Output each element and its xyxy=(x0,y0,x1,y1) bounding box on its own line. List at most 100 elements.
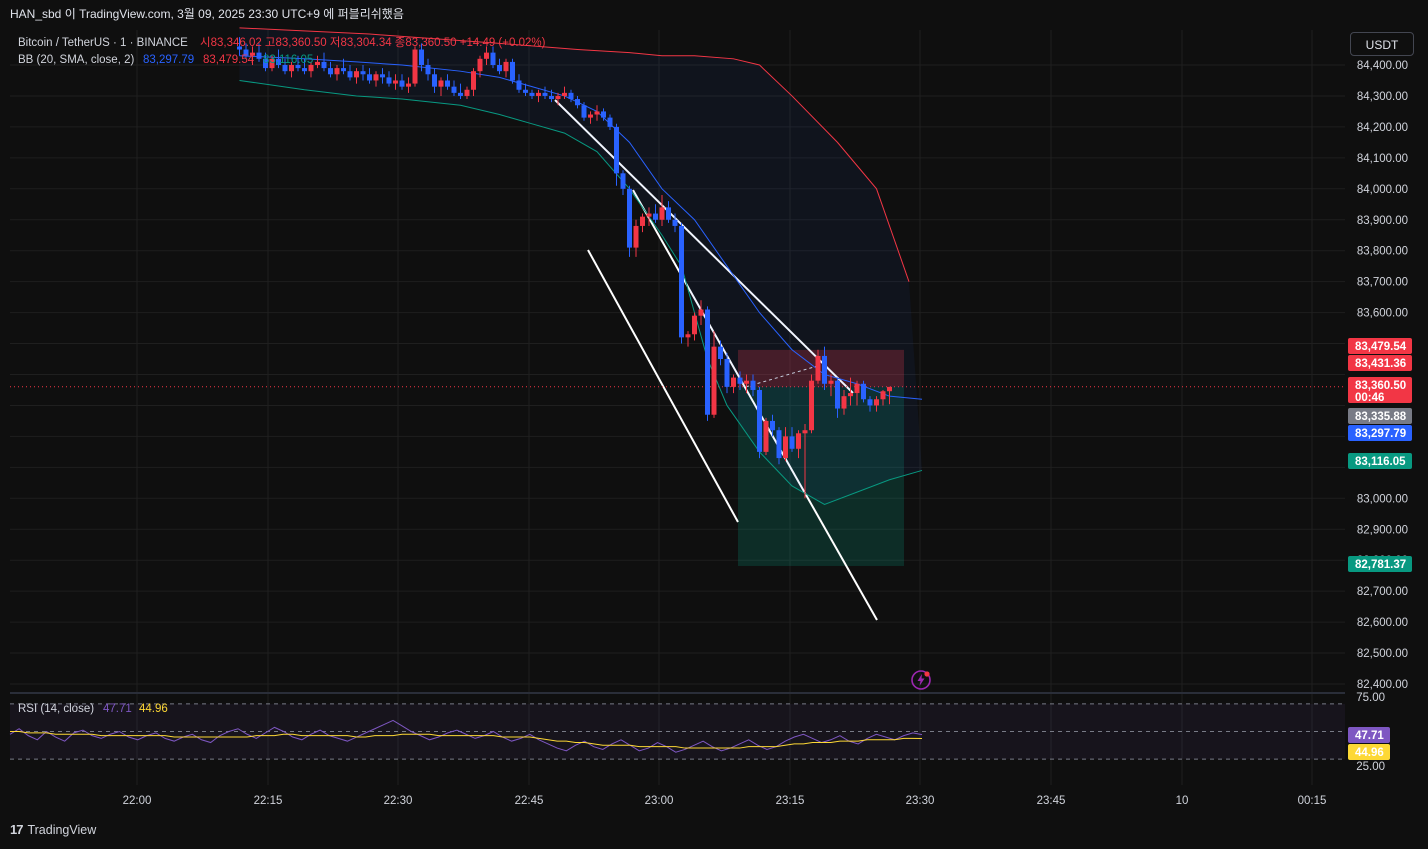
candle-body xyxy=(607,117,613,127)
candle-body xyxy=(672,219,678,226)
lightning-bolt-icon[interactable] xyxy=(910,669,932,691)
price-tick-label: 84,200.00 xyxy=(1357,122,1408,134)
candle-body xyxy=(666,207,671,220)
candle-body xyxy=(432,74,437,87)
candle-body xyxy=(737,377,743,384)
candle-body xyxy=(536,92,541,96)
time-tick-label: 22:15 xyxy=(254,795,283,807)
candle-body xyxy=(555,95,561,100)
candle-body xyxy=(380,74,385,78)
bb-label: BB (20, SMA, close, 2) xyxy=(18,54,134,66)
price-tick-label: 84,300.00 xyxy=(1357,91,1408,103)
candle-body xyxy=(302,68,307,72)
candle-body xyxy=(757,389,762,452)
candle-body xyxy=(874,399,879,406)
candle-body xyxy=(529,92,535,96)
candle-body xyxy=(471,71,476,90)
price-tag-label: 83,360.50 xyxy=(1355,380,1406,392)
candle-body xyxy=(458,92,463,96)
candle-body xyxy=(542,92,548,96)
candle-body xyxy=(562,92,567,96)
candle-body xyxy=(867,399,873,406)
rsi-ma-value: 44.96 xyxy=(139,703,168,715)
currency-selector-button[interactable]: USDT xyxy=(1350,32,1414,56)
price-tick-label: 82,600.00 xyxy=(1357,617,1408,629)
candle-body xyxy=(399,80,405,87)
price-tag-label: 83,431.36 xyxy=(1355,358,1406,370)
candle-body xyxy=(659,207,665,220)
time-tick-label: 22:00 xyxy=(123,795,152,807)
candle-body xyxy=(367,74,372,81)
bb-lower-value: 83,116.05 xyxy=(263,54,313,66)
brand-label: TradingView xyxy=(27,822,97,837)
candle-body xyxy=(854,383,860,394)
candle-body xyxy=(633,225,639,248)
candle-body xyxy=(321,61,327,69)
price-tick-label: 84,100.00 xyxy=(1357,153,1408,165)
bb-upper-value: 83,479.54 xyxy=(203,54,255,66)
candle-body xyxy=(328,68,333,75)
candle-body xyxy=(640,216,645,226)
time-tick-label: 22:45 xyxy=(515,795,544,807)
price-tag-label: 82,781.37 xyxy=(1355,559,1406,571)
candle-body xyxy=(406,83,411,87)
rsi-label: RSI (14, close) xyxy=(18,703,94,715)
rsi-value: 47.71 xyxy=(103,703,132,715)
candle-body xyxy=(347,71,353,78)
candle-body xyxy=(588,114,593,118)
candle-body xyxy=(620,173,626,189)
candle-body xyxy=(575,99,580,106)
candle-body xyxy=(835,380,840,409)
candle-body xyxy=(646,213,652,217)
candle-body xyxy=(256,52,262,59)
candle-body xyxy=(315,61,320,65)
candle-body xyxy=(490,52,496,65)
candle-body xyxy=(692,315,697,335)
candle-body xyxy=(789,436,795,449)
candle-body xyxy=(484,52,489,59)
price-tick-label: 82,700.00 xyxy=(1357,586,1408,598)
time-tick-label: 00:15 xyxy=(1298,795,1327,807)
price-tick-label: 82,500.00 xyxy=(1357,648,1408,660)
price-tick-label: 83,000.00 xyxy=(1357,493,1408,505)
tradingview-logo[interactable]: 17 TradingView xyxy=(10,822,96,837)
candle-body xyxy=(581,105,587,118)
candle-body xyxy=(477,58,483,72)
candle-body xyxy=(614,126,619,174)
candle-body xyxy=(796,433,801,449)
candle-body xyxy=(373,74,379,81)
legend-rsi: RSI (14, close) 47.71 44.96 xyxy=(18,703,168,715)
candle-body xyxy=(334,68,340,75)
candle-body xyxy=(510,61,515,81)
price-chart[interactable]: 84,400.00 84,300.00 84,200.00 84,100.00 84,0… xyxy=(0,0,1428,849)
rsi-tag-label: 44.96 xyxy=(1355,747,1384,759)
candle-body xyxy=(828,380,834,384)
candle-body xyxy=(438,80,444,87)
candle-body xyxy=(627,188,632,248)
candle-body xyxy=(412,49,418,84)
price-tick-label: 83,700.00 xyxy=(1357,277,1408,289)
candle-body xyxy=(386,77,392,84)
candle-body xyxy=(549,95,554,100)
price-tick-label: 83,600.00 xyxy=(1357,308,1408,320)
candle-body xyxy=(419,49,424,65)
candle-body xyxy=(770,420,775,431)
price-tick-label: 84,400.00 xyxy=(1357,60,1408,72)
candle-body xyxy=(848,393,853,397)
candle-body xyxy=(763,420,769,452)
candle-body xyxy=(601,111,606,118)
candle-body xyxy=(503,61,509,72)
time-tick-label: 23:45 xyxy=(1037,795,1066,807)
candle-body xyxy=(750,380,756,390)
candle-body xyxy=(341,68,346,72)
candle-body xyxy=(425,65,431,75)
candle-body xyxy=(653,213,658,220)
time-tick-label: 23:00 xyxy=(645,795,674,807)
candle-body xyxy=(841,396,847,409)
price-tick-label: 84,000.00 xyxy=(1357,184,1408,196)
candle-body xyxy=(744,380,749,384)
rsi-tick-label: 75.00 xyxy=(1356,692,1385,704)
candle-body xyxy=(815,355,821,381)
time-tick-label: 23:15 xyxy=(776,795,805,807)
candle-body xyxy=(711,346,717,415)
